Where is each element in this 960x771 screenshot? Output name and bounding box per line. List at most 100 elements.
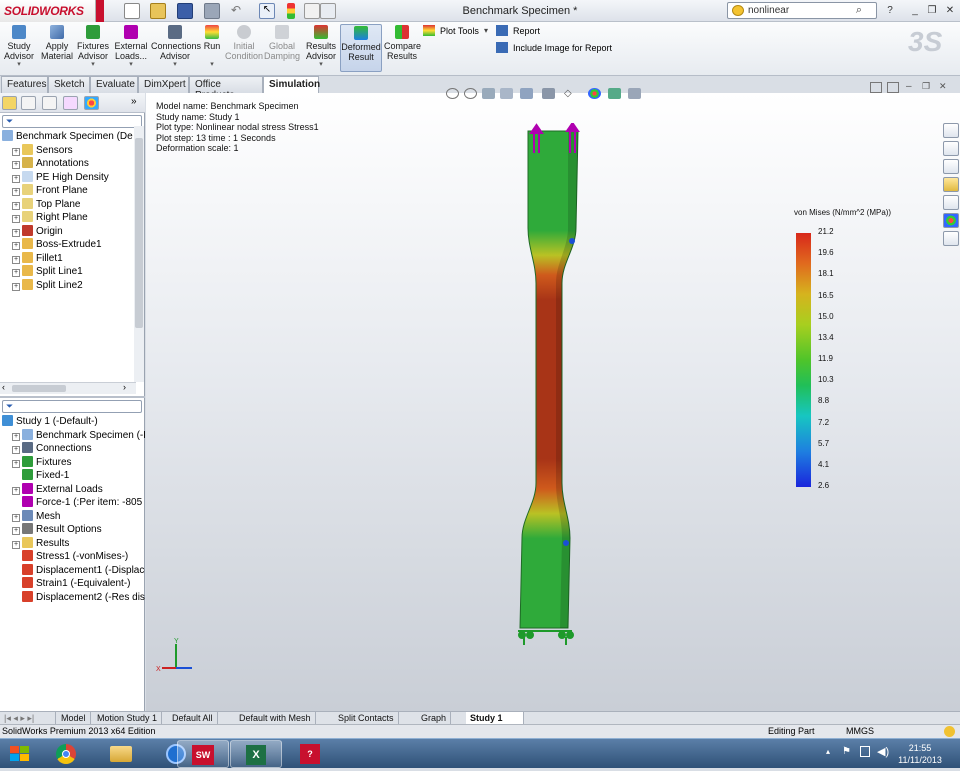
study-tree-item[interactable]: + Result Options (12, 523, 102, 536)
chevron-down-icon[interactable]: ▾ (76, 61, 110, 68)
deformed-result-button[interactable]: Deformed Result (340, 24, 382, 72)
dimxpert-icon[interactable] (63, 96, 78, 110)
previous-view-icon[interactable] (482, 88, 495, 99)
feature-tree-icon[interactable] (2, 96, 17, 110)
feature-tree-item[interactable]: + Right Plane (12, 211, 88, 224)
tab-sketch[interactable]: Sketch (48, 76, 90, 93)
view-palette-icon[interactable] (943, 195, 959, 210)
expand-icon[interactable]: + (12, 486, 20, 495)
study-tree-item[interactable]: + Fixtures (12, 455, 72, 469)
study-tree-item[interactable]: + Results (12, 536, 69, 550)
search-icon[interactable]: ⌕ (856, 4, 862, 17)
hide-show-icon[interactable]: ◇ (564, 88, 577, 99)
panel-splitter[interactable] (0, 396, 145, 398)
scroll-left-icon[interactable]: ‹ (2, 382, 5, 392)
scroll-thumb[interactable] (12, 385, 66, 392)
study-advisor-button[interactable]: Study Advisor ▾ (2, 24, 36, 72)
initial-condition-button[interactable]: Initial Condition (225, 24, 263, 72)
study-tree-item[interactable]: + Mesh (12, 509, 60, 523)
system-clock[interactable]: 21:55 11/11/2013 (890, 742, 950, 766)
specimen-stress-plot[interactable] (506, 123, 606, 653)
study-tree-item[interactable]: + Connections (12, 442, 92, 455)
file-properties-icon[interactable] (304, 3, 320, 19)
undo-icon[interactable]: ↶ (231, 3, 247, 19)
property-manager-icon[interactable] (21, 96, 36, 110)
display-manager-icon[interactable] (84, 96, 99, 110)
tile-view-icon[interactable] (870, 82, 882, 93)
save-icon[interactable] (177, 3, 193, 19)
study-tree-item[interactable]: Force-1 (:Per item: -805 N (22, 496, 145, 509)
include-image-button[interactable]: Include Image for Report (513, 43, 612, 53)
expand-icon[interactable]: + (12, 174, 20, 183)
display-style-icon[interactable] (542, 88, 555, 99)
start-button[interactable] (2, 740, 38, 768)
tab-features[interactable]: Features (1, 76, 48, 93)
zoom-to-fit-icon[interactable] (446, 88, 459, 99)
units-button[interactable]: MMGS (846, 725, 874, 738)
feature-tree-item[interactable]: + Boss-Extrude1 (12, 238, 102, 251)
rebuild-icon[interactable] (287, 3, 295, 19)
chevron-down-icon[interactable]: ▾ (151, 61, 199, 68)
view-orientation-icon[interactable] (520, 88, 533, 99)
feature-tree-item[interactable]: + Sensors (12, 143, 73, 157)
configuration-icon[interactable] (42, 96, 57, 110)
section-view-icon[interactable] (500, 88, 513, 99)
chevron-down-icon[interactable]: ▾ (303, 61, 339, 68)
expand-icon[interactable]: + (12, 446, 20, 454)
options-icon[interactable] (320, 3, 336, 19)
restore-view-icon[interactable]: ❐ (922, 81, 930, 92)
tree-horizontal-scrollbar[interactable]: ‹ › (0, 382, 136, 394)
expand-icon[interactable]: + (12, 228, 20, 237)
apply-material-button[interactable]: Apply Material (39, 24, 75, 72)
study-tree-item[interactable]: Fixed-1 (22, 469, 69, 482)
global-damping-button[interactable]: Global Damping (264, 24, 300, 72)
rebuild-status-icon[interactable] (944, 726, 955, 737)
solidworks-logo[interactable]: SOLIDWORKS (0, 0, 96, 22)
help-icon[interactable]: ? (883, 4, 897, 18)
feature-tree-item[interactable]: + Annotations (12, 157, 89, 170)
file-explorer-icon[interactable] (943, 177, 959, 192)
plot-tools-button[interactable]: Plot Tools (440, 26, 479, 36)
select-icon[interactable]: ↖ (259, 3, 275, 19)
search-input[interactable]: nonlinear ⌕ (727, 2, 877, 19)
expand-icon[interactable]: + (12, 147, 20, 156)
volume-icon[interactable]: ◀) (877, 745, 889, 758)
custom-properties-icon[interactable] (943, 231, 959, 246)
fixtures-advisor-button[interactable]: Fixtures Advisor ▾ (76, 24, 110, 72)
study-tree-item[interactable]: Displacement1 (-Displace (22, 563, 145, 577)
scene-icon[interactable] (608, 88, 621, 99)
home-icon[interactable] (943, 141, 959, 156)
file-explorer-icon[interactable] (95, 740, 147, 768)
restore-button[interactable]: ❐ (925, 4, 939, 18)
design-library-icon[interactable] (943, 159, 959, 174)
run-button[interactable]: Run ▾ (200, 24, 224, 72)
graphics-area[interactable]: ◇ – ❐ ✕ Model name: Benchmark Specimen S… (146, 81, 960, 711)
expand-icon[interactable]: + (12, 188, 20, 196)
expand-icon[interactable]: + (12, 242, 20, 250)
panel-expand-icon[interactable]: » (131, 96, 137, 107)
action-center-icon[interactable]: ⚑ (842, 746, 851, 757)
feature-tree-item[interactable]: + Front Plane (12, 184, 88, 197)
appearances-icon[interactable] (943, 213, 959, 228)
expand-icon[interactable]: + (12, 432, 20, 441)
chevron-down-icon[interactable]: ▾ (200, 61, 224, 68)
appearance-icon[interactable] (588, 88, 601, 99)
excel-icon[interactable]: X (230, 740, 282, 768)
results-advisor-button[interactable]: Results Advisor ▾ (303, 24, 339, 72)
compare-results-button[interactable]: Compare Results (384, 24, 421, 72)
solidworks-resources-icon[interactable] (943, 123, 959, 138)
view-settings-icon[interactable] (628, 88, 641, 99)
expand-icon[interactable]: + (12, 459, 20, 468)
external-loads-button[interactable]: External Loads... ▾ (112, 24, 150, 72)
tree-filter-input[interactable]: ⏷ (2, 115, 142, 128)
minimize-view-icon[interactable]: – (906, 81, 912, 92)
expand-icon[interactable]: + (12, 513, 20, 522)
scroll-right-icon[interactable]: › (123, 382, 126, 392)
close-view-icon[interactable]: ✕ (939, 81, 947, 92)
print-icon[interactable] (204, 3, 220, 19)
chevron-down-icon[interactable]: ▾ (112, 61, 150, 68)
feature-tree-item[interactable]: Benchmark Specimen (De (2, 130, 133, 143)
tab-evaluate[interactable]: Evaluate (90, 76, 138, 93)
new-document-icon[interactable] (124, 3, 140, 19)
expand-icon[interactable]: + (12, 527, 20, 535)
